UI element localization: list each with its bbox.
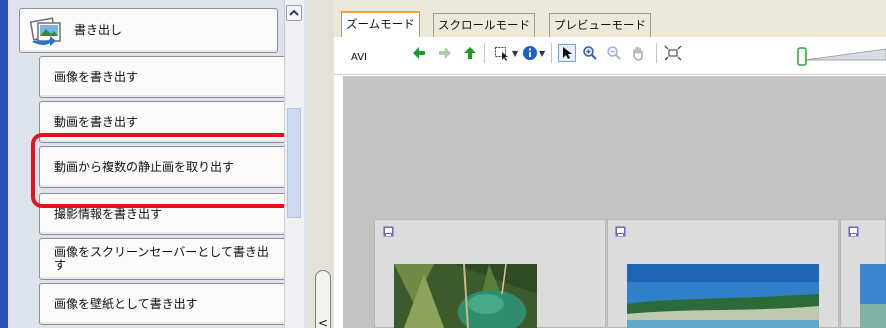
info-menu-caret-icon: ▼	[539, 49, 546, 58]
select-menu-caret-icon: ▼	[512, 49, 519, 58]
hand-icon	[633, 46, 643, 61]
tab-preview-mode[interactable]: プレビューモード	[549, 13, 651, 37]
collapse-panel-button[interactable]: <	[315, 270, 331, 328]
section-header-label: 書き出し	[74, 23, 123, 37]
highlight-callout-box	[31, 133, 298, 208]
scroll-thumb[interactable]	[287, 108, 301, 218]
hand-tool-button[interactable]	[629, 44, 647, 62]
tab-zoom-mode[interactable]: ズームモード	[341, 11, 420, 38]
toolbar-separator	[656, 43, 657, 63]
tab-zoom-mode-label: ズームモード	[346, 17, 415, 31]
export-images-icon	[30, 16, 61, 46]
export-video-label: 動画を書き出す	[54, 114, 139, 129]
export-wallpaper-button[interactable]: 画像を壁紙として書き出す	[39, 283, 286, 325]
forward-arrow-icon	[439, 47, 451, 59]
video-file-icon	[615, 226, 626, 237]
export-screensaver-button[interactable]: 画像をスクリーンセーバーとして書き出す	[39, 238, 286, 280]
select-menu-icon	[495, 47, 508, 61]
fit-to-window-button[interactable]	[664, 44, 682, 62]
export-shooting-info-label: 撮影情報を書き出す	[54, 206, 163, 221]
fit-icon	[664, 45, 682, 61]
thumbnail-image-partial	[860, 264, 886, 328]
back-button[interactable]	[410, 44, 428, 62]
pointer-icon	[563, 47, 572, 59]
tab-scroll-mode-label: スクロールモード	[438, 18, 530, 32]
toolbar-separator	[551, 43, 552, 63]
tab-preview-mode-label: プレビューモード	[554, 18, 646, 32]
thumbnail-image-jungle	[394, 264, 537, 328]
video-file-icon	[383, 226, 394, 237]
zoom-in-icon	[583, 46, 597, 60]
forward-button[interactable]	[436, 44, 454, 62]
zoom-slider[interactable]	[795, 40, 886, 70]
toolbar-separator	[484, 43, 485, 63]
section-header-export[interactable]: 書き出し	[19, 8, 278, 53]
select-menu-button[interactable]	[493, 44, 511, 62]
info-icon	[523, 46, 537, 60]
back-arrow-icon	[413, 47, 425, 59]
thumbnail-image-beach	[627, 264, 819, 328]
tab-scroll-mode[interactable]: スクロールモード	[433, 13, 535, 37]
left-edge-strip	[0, 0, 8, 328]
zoom-out-icon	[607, 46, 621, 60]
export-image-button[interactable]: 画像を書き出す	[39, 56, 286, 98]
export-image-label: 画像を書き出す	[54, 69, 139, 84]
up-button[interactable]	[461, 44, 479, 62]
chevron-up-icon	[289, 9, 299, 16]
scroll-up-button[interactable]	[286, 5, 302, 21]
zoom-in-button[interactable]	[581, 44, 599, 62]
export-wallpaper-label: 画像を壁紙として書き出す	[54, 296, 198, 311]
zoom-out-button[interactable]	[605, 44, 623, 62]
zoom-slider-thumb[interactable]	[797, 47, 807, 66]
pointer-button[interactable]	[558, 44, 576, 62]
info-button[interactable]	[521, 44, 539, 62]
up-arrow-icon	[464, 47, 476, 59]
video-file-icon	[848, 226, 859, 237]
collapse-glyph: <	[317, 316, 329, 328]
export-screensaver-label: 画像をスクリーンセーバーとして書き出す	[54, 245, 269, 272]
av-label: AVI	[351, 52, 367, 63]
